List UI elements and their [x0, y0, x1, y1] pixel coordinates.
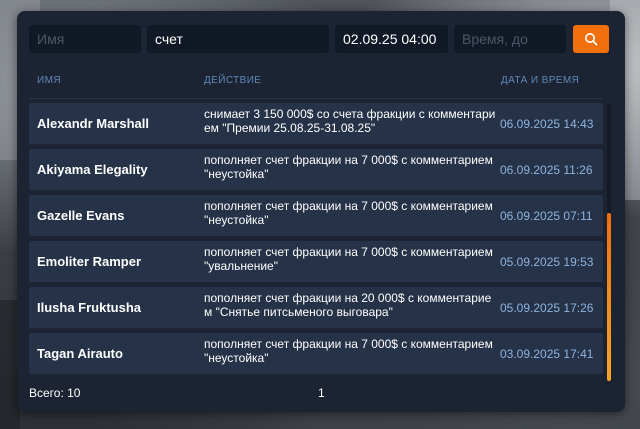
row-datetime: 05.09.2025 17:26: [500, 301, 594, 315]
row-action: пополняет счет фракции на 7 000$ с комме…: [204, 199, 493, 227]
row-name: Emoliter Ramper: [37, 254, 142, 269]
row-action: пополняет счет фракции на 7 000$ с комме…: [204, 245, 493, 273]
row-action: пополняет счет фракции на 7 000$ с комме…: [204, 337, 493, 365]
row-action: снимает 3 150 000$ со счета фракции с ко…: [204, 107, 496, 135]
total-count: Всего: 10: [29, 386, 81, 400]
row-name: Ilusha Fruktusha: [37, 300, 142, 315]
row-name: Alexandr Marshall: [37, 116, 149, 131]
search-icon: [585, 33, 598, 46]
column-header-action: ДЕЙСТВИЕ: [204, 75, 262, 86]
row-datetime: 06.09.2025 11:26: [500, 163, 593, 177]
row-datetime: 03.09.2025 17:41: [500, 347, 594, 361]
table-row: Alexandr Marshall снимает 3 150 000$ со …: [29, 103, 603, 144]
row-name: Akiyama Elegality: [37, 162, 148, 177]
row-datetime: 06.09.2025 07:11: [500, 209, 593, 223]
row-action: пополняет счет фракции на 20 000$ с комм…: [204, 291, 492, 319]
name-filter-input[interactable]: [29, 25, 141, 53]
log-table-body[interactable]: Alexandr Marshall снимает 3 150 000$ со …: [29, 103, 603, 379]
header-divider: [29, 98, 602, 99]
row-datetime: 06.09.2025 14:43: [500, 117, 594, 131]
date-to-input[interactable]: [454, 25, 566, 53]
filter-bar: [29, 25, 609, 53]
table-row: Akiyama Elegality пополняет счет фракции…: [29, 149, 603, 190]
table-header: ИМЯ ДЕЙСТВИЕ ДАТА И ВРЕМЯ: [29, 68, 603, 98]
search-button[interactable]: [573, 25, 609, 53]
row-name: Gazelle Evans: [37, 208, 125, 223]
column-header-name: ИМЯ: [37, 75, 61, 86]
row-datetime: 05.09.2025 19:53: [500, 255, 594, 269]
faction-log-panel: ИМЯ ДЕЙСТВИЕ ДАТА И ВРЕМЯ Alexandr Marsh…: [17, 11, 625, 412]
table-row: Emoliter Ramper пополняет счет фракции н…: [29, 241, 603, 282]
row-action: пополняет счет фракции на 7 000$ с комме…: [204, 153, 493, 181]
table-row: Ilusha Fruktusha пополняет счет фракции …: [29, 287, 603, 328]
date-from-input[interactable]: [335, 25, 448, 53]
table-row: Gazelle Evans пополняет счет фракции на …: [29, 195, 603, 236]
column-header-datetime: ДАТА И ВРЕМЯ: [501, 75, 580, 86]
table-row: Tagan Airauto пополняет счет фракции на …: [29, 333, 603, 374]
scrollbar-thumb[interactable]: [607, 213, 611, 381]
page-number[interactable]: 1: [318, 386, 325, 400]
row-name: Tagan Airauto: [37, 346, 123, 361]
action-filter-input[interactable]: [147, 25, 329, 53]
scrollbar-track[interactable]: [607, 103, 611, 381]
